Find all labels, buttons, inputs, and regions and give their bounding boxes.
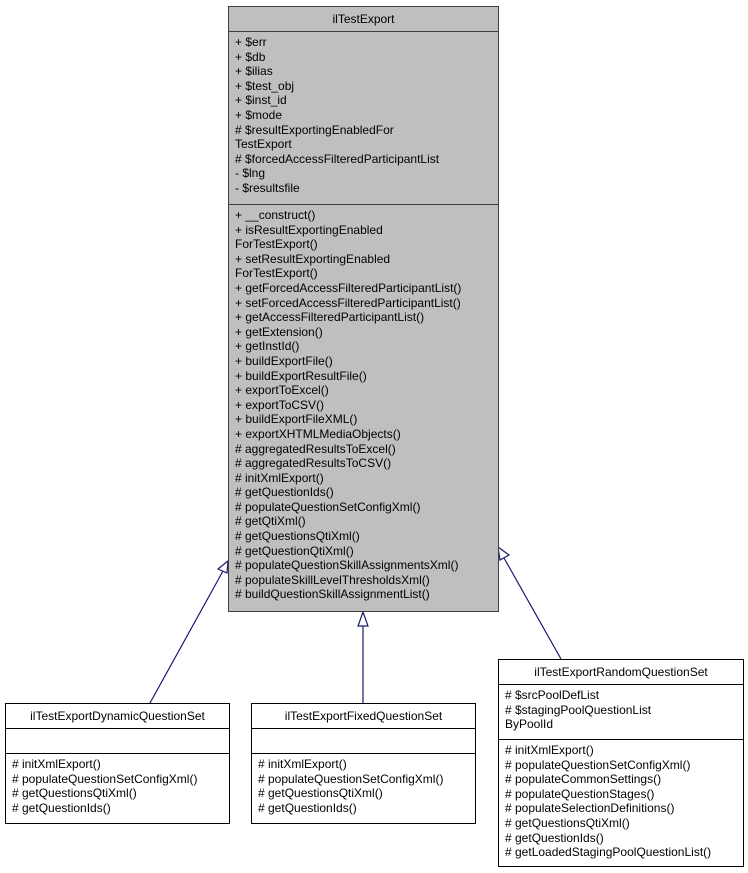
attribute-item: + $db (235, 49, 266, 64)
method-item: # populateQuestionSkillAssignmentsXml() (235, 558, 459, 573)
class-name: ilTestExportRandomQuestionSet (499, 660, 743, 685)
method-item: # populateSelectionDefinitions() (505, 801, 675, 816)
inheritance-arrow-icon (497, 545, 511, 561)
attribute-item: - $lng (235, 166, 266, 181)
method-item: # getQuestionQtiXml() (235, 543, 354, 558)
method-item: # initXmlExport() (505, 743, 594, 757)
attribute-item: # $srcPoolDefList (505, 688, 600, 702)
method-item: # getQuestionsQtiXml() (12, 786, 137, 801)
method-item: # populateQuestionSetConfigXml() (258, 771, 444, 786)
attribute-item: + $test_obj (235, 78, 295, 93)
attribute-item: TestExport (235, 137, 292, 152)
inheritance-arrow-icon (216, 559, 229, 574)
method-item: + getAccessFilteredParticipantList() (235, 310, 425, 325)
method-item: + getExtension() (235, 324, 323, 339)
attributes-section (252, 729, 475, 754)
method-item: # getQuestionIds() (258, 800, 357, 815)
attribute-item: # $forcedAccessFilteredParticipantList (235, 151, 440, 166)
method-item: # getQuestionsQtiXml() (235, 529, 360, 544)
edge-dynamic-to-main (149, 559, 229, 704)
attribute-item: + $inst_id (235, 93, 287, 108)
method-item: # initXmlExport() (12, 757, 101, 771)
class-box-ilTestExportFixedQuestionSet[interactable]: ilTestExportFixedQuestionSet # initXmlEx… (251, 703, 476, 824)
methods-section: # initXmlExport() # populateQuestionSetCo… (6, 754, 229, 818)
method-item: # populateQuestionSetConfigXml() (235, 499, 421, 514)
attributes-section (6, 729, 229, 754)
method-item: # populateQuestionSetConfigXml() (12, 771, 198, 786)
method-item: ForTestExport() (235, 266, 318, 281)
method-item: # populateCommonSettings() (505, 772, 662, 787)
method-item: # getQuestionIds() (12, 800, 111, 815)
method-item: + __construct() (235, 208, 316, 222)
method-item: # populateSkillLevelThresholdsXml() (235, 572, 430, 587)
method-item: # getQuestionIds() (505, 830, 604, 845)
method-item: + isResultExportingEnabled (235, 222, 383, 237)
attribute-item: ByPoolId (505, 717, 554, 732)
class-box-ilTestExport[interactable]: ilTestExport + $err + $db + $ilias + $test_… (228, 6, 499, 612)
attribute-item: # $resultExportingEnabledFor (235, 122, 394, 137)
method-item: + exportToCSV() (235, 397, 325, 412)
method-item: # getQuestionsQtiXml() (258, 786, 383, 801)
class-name: ilTestExportDynamicQuestionSet (6, 704, 229, 729)
attributes-section: # $srcPoolDefList # $stagingPoolQuestionL… (499, 685, 743, 740)
attribute-item: - $resultsfile (235, 180, 300, 195)
attribute-item: # $stagingPoolQuestionList (505, 702, 652, 717)
edge-random-to-main (497, 545, 562, 660)
method-item: # getQuestionsQtiXml() (505, 815, 630, 830)
method-item: # populateQuestionStages() (505, 786, 655, 801)
methods-section: + __construct() + isResultExportingEnable… (229, 205, 498, 605)
method-item: + exportXHTMLMediaObjects() (235, 426, 401, 441)
attribute-item: + $ilias (235, 64, 273, 79)
method-item: + buildExportFileXML() (235, 412, 358, 427)
method-item: # aggregatedResultsToCSV() (235, 456, 392, 471)
method-item: + getForcedAccessFilteredParticipantList… (235, 280, 462, 295)
attribute-item: + $mode (235, 107, 283, 122)
method-item: + getInstId() (235, 339, 300, 354)
methods-section: # initXmlExport() # populateQuestionSetCo… (252, 754, 475, 818)
method-item: + setForcedAccessFilteredParticipantList… (235, 295, 461, 310)
attribute-item: + $err (235, 35, 267, 49)
method-item: # buildQuestionSkillAssignmentList() (235, 587, 430, 602)
method-item: # getLoadedStagingPoolQuestionList() (505, 845, 712, 860)
class-name: ilTestExport (229, 7, 498, 32)
method-item: # initXmlExport() (235, 470, 324, 485)
method-item: # getQuestionIds() (235, 485, 334, 500)
method-item: # aggregatedResultsToExcel() (235, 441, 396, 456)
edge-fixed-to-main (357, 610, 369, 703)
attributes-section: + $err + $db + $ilias + $test_obj + $inst_id… (229, 32, 498, 205)
method-item: + buildExportResultFile() (235, 368, 367, 383)
method-item: + setResultExportingEnabled (235, 251, 391, 266)
methods-section: # initXmlExport() # populateQuestionSetCo… (499, 740, 743, 863)
method-item: + exportToExcel() (235, 383, 329, 398)
method-item: # getQtiXml() (235, 514, 306, 529)
method-item: + buildExportFile() (235, 353, 333, 368)
method-item: # initXmlExport() (258, 757, 347, 771)
class-box-ilTestExportRandomQuestionSet[interactable]: ilTestExportRandomQuestionSet # $srcPool… (498, 659, 744, 867)
inheritance-arrow-icon (357, 610, 369, 627)
class-name: ilTestExportFixedQuestionSet (252, 704, 475, 729)
method-item: ForTestExport() (235, 237, 318, 252)
class-box-ilTestExportDynamicQuestionSet[interactable]: ilTestExportDynamicQuestionSet # initXml… (5, 703, 230, 824)
method-item: # populateQuestionSetConfigXml() (505, 757, 691, 772)
